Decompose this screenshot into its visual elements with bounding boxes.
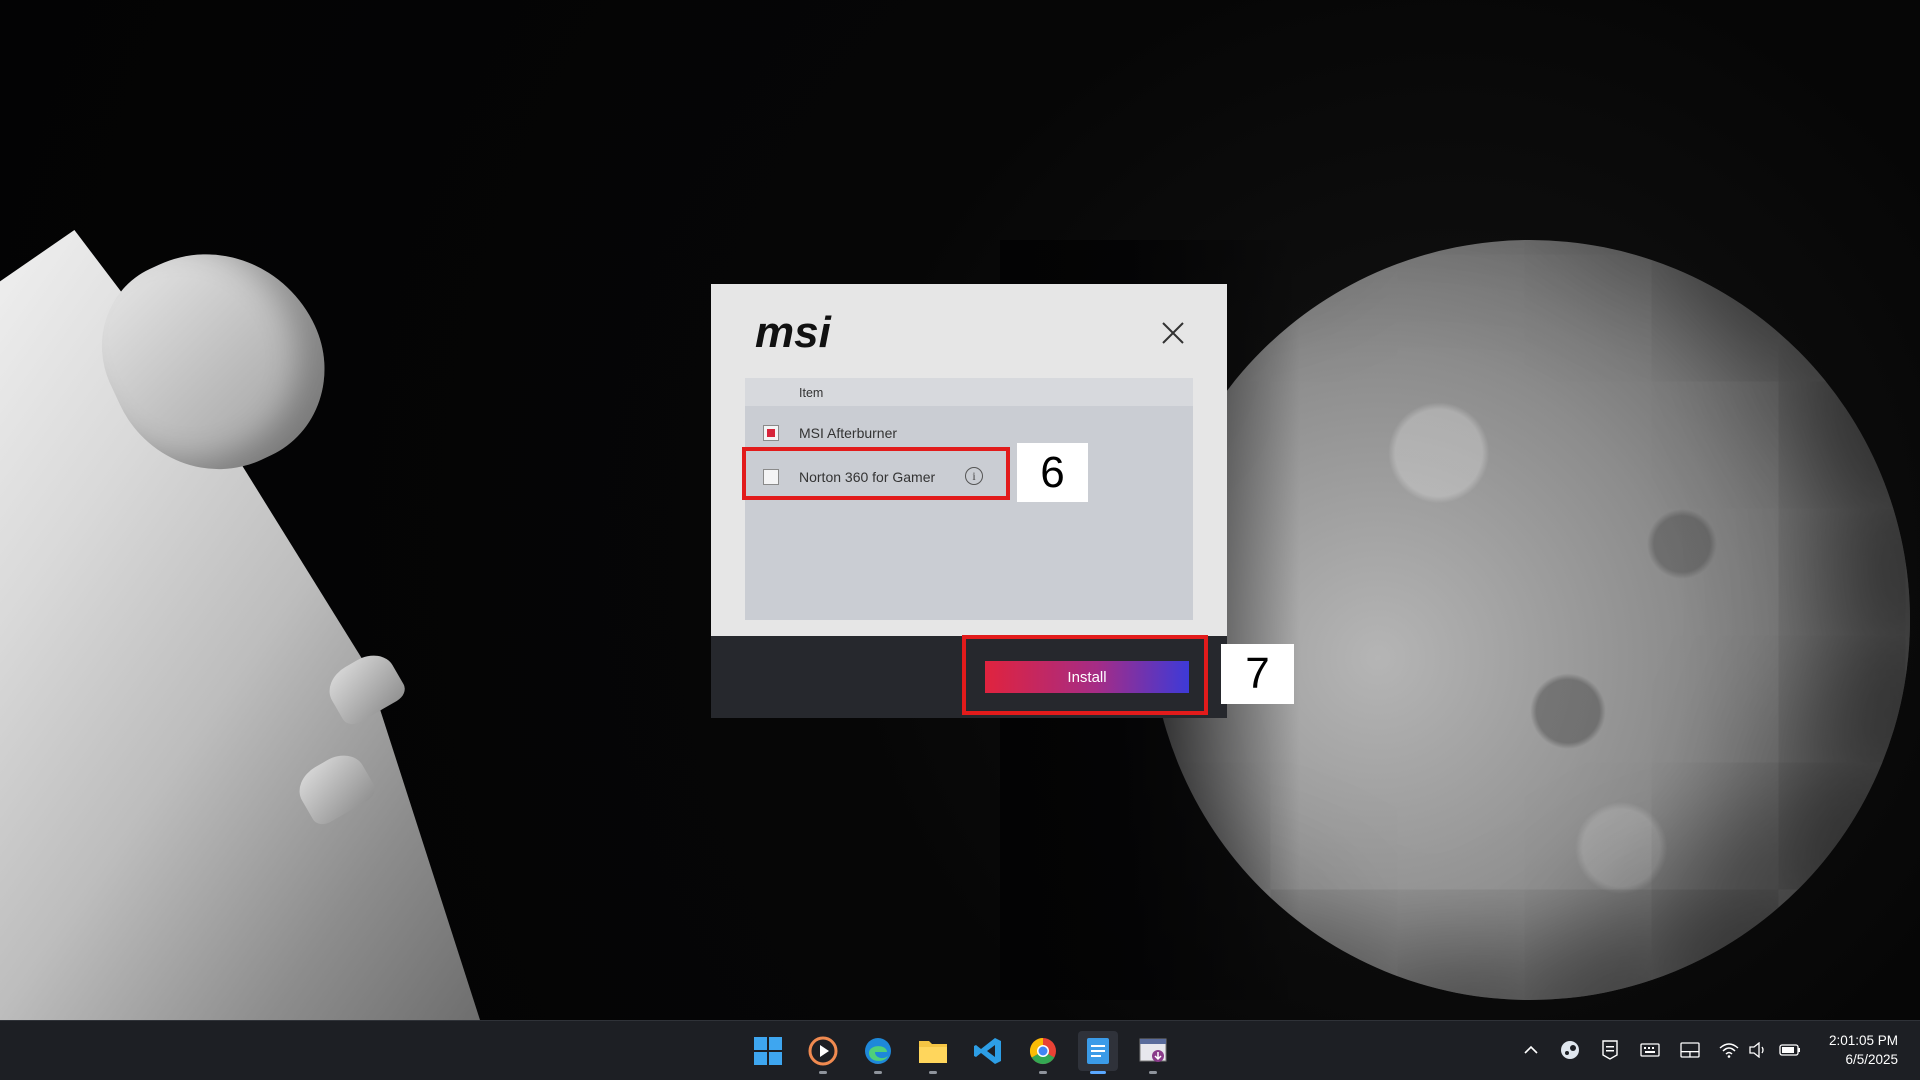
- close-button[interactable]: [1158, 318, 1188, 348]
- msi-afterburner-checkbox[interactable]: [763, 425, 779, 441]
- msi-afterburner-label: MSI Afterburner: [799, 425, 898, 441]
- active-indicator: [1090, 1071, 1106, 1074]
- show-hidden-icons-button[interactable]: [1520, 1039, 1542, 1061]
- volume-icon: [1749, 1042, 1764, 1058]
- tray-epic-games[interactable]: [1599, 1039, 1621, 1061]
- epic-games-icon: [1602, 1040, 1618, 1060]
- vscode-icon: [974, 1038, 1001, 1064]
- battery-icon: [1779, 1044, 1800, 1056]
- chevron-up-icon: [1524, 1045, 1538, 1054]
- tray-volume[interactable]: [1747, 1039, 1769, 1061]
- wifi-icon: [1719, 1043, 1739, 1058]
- running-indicator: [929, 1071, 937, 1074]
- keyboard-icon: [1640, 1043, 1660, 1057]
- steam-icon: [1561, 1041, 1579, 1059]
- running-indicator: [1149, 1071, 1157, 1074]
- start-button[interactable]: [748, 1031, 788, 1071]
- edge-icon: [865, 1038, 891, 1064]
- taskbar-installer[interactable]: [1133, 1031, 1173, 1074]
- tablet-mode-icon: [1680, 1042, 1700, 1058]
- taskbar-chrome[interactable]: [1023, 1031, 1063, 1074]
- list-header: Item: [745, 378, 1193, 406]
- tray-tablet-mode[interactable]: [1679, 1039, 1701, 1061]
- installer-icon: [1139, 1038, 1167, 1062]
- clock-date: 6/5/2025: [1845, 1052, 1898, 1067]
- column-header-item: Item: [799, 386, 824, 400]
- msi-logo: msi: [755, 313, 832, 355]
- annotation-highlight-install: [962, 635, 1208, 715]
- tray-wifi[interactable]: [1718, 1039, 1740, 1061]
- list-item-msi-afterburner[interactable]: MSI Afterburner: [745, 412, 1193, 452]
- tray-steam[interactable]: [1559, 1039, 1581, 1061]
- taskbar-clock[interactable]: 2:01:05 PM 6/5/2025: [1818, 1031, 1898, 1069]
- chrome-icon: [1029, 1037, 1056, 1065]
- annotation-number-6: 6: [1017, 443, 1088, 502]
- taskbar-file-explorer[interactable]: [913, 1031, 953, 1074]
- taskbar-vscode[interactable]: [968, 1031, 1008, 1071]
- annotation-number-7: 7: [1221, 644, 1294, 704]
- file-explorer-icon: [919, 1041, 947, 1063]
- taskbar: 2:01:05 PM 6/5/2025: [0, 1020, 1920, 1080]
- close-icon: [1162, 322, 1184, 344]
- tray-keyboard[interactable]: [1639, 1039, 1661, 1061]
- clock-time: 2:01:05 PM: [1828, 1033, 1898, 1048]
- taskbar-media-player[interactable]: [803, 1031, 843, 1074]
- running-indicator: [1039, 1071, 1047, 1074]
- tray-battery[interactable]: [1779, 1039, 1801, 1061]
- start-icon: [754, 1037, 782, 1065]
- notepad-icon: [1087, 1038, 1109, 1064]
- taskbar-notepad[interactable]: [1078, 1031, 1118, 1074]
- annotation-highlight-norton: [742, 447, 1010, 500]
- running-indicator: [819, 1071, 827, 1074]
- msi-logo-text: msi: [755, 313, 832, 355]
- running-indicator: [874, 1071, 882, 1074]
- taskbar-edge[interactable]: [858, 1031, 898, 1074]
- media-player-icon: [808, 1036, 838, 1066]
